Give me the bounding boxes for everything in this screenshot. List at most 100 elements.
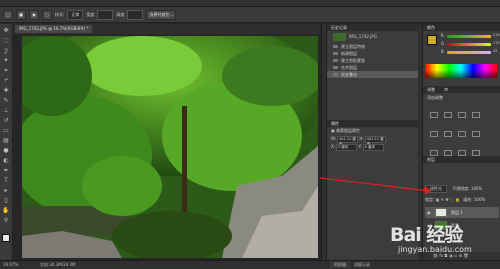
zoom-icon[interactable]: ⚲ (2, 218, 10, 224)
history-item-selected[interactable]: 渐变叠加 (327, 71, 419, 78)
blur-icon[interactable]: ● (2, 148, 10, 154)
options-bar: □ ■ ▣ ▢ 样式: 正常 宽度 高度 选择并遮住... (0, 7, 500, 23)
height-field[interactable] (127, 9, 144, 20)
shape-icon[interactable]: ▯ (2, 198, 10, 204)
history-state-icon (333, 52, 338, 55)
document-tab-bar: IMG_1742.JPG @ 16.7%(RGB/8#) * (13, 24, 320, 34)
x-label: X: (331, 144, 336, 149)
marquee-icon[interactable]: ⬚ (2, 38, 10, 44)
history-state-icon (333, 73, 338, 76)
path-select-icon[interactable]: ▸ (2, 188, 10, 194)
add-selection-icon[interactable]: ▣ (29, 9, 39, 20)
tools-panel: ✥ ⬚ ϩ ✦ ⌗ ⌿ ✚ ✎ ⊥ ↺ ▭ ▤ ● ◐ ✒ T ▸ ▯ ✋ ⚲ (0, 24, 13, 262)
fill-value[interactable]: 100% (474, 197, 485, 202)
h-label: H: (359, 136, 364, 141)
eraser-icon[interactable]: ▭ (2, 128, 10, 134)
lasso-icon[interactable]: ϩ (2, 48, 10, 54)
menu-bar[interactable] (0, 0, 500, 7)
document-image[interactable] (22, 36, 318, 258)
refine-edge-button[interactable]: 选择并遮住... (146, 9, 177, 20)
eyedropper-icon[interactable]: ⌿ (2, 78, 10, 84)
history-brush-icon[interactable]: ↺ (2, 118, 10, 124)
history-snapshot[interactable]: IMG_1742.JPG (327, 31, 419, 43)
blend-mode-select[interactable]: 线性光 (425, 185, 447, 193)
color-spectrum[interactable] (425, 64, 497, 78)
marquee-tool-preset[interactable]: □ (3, 9, 13, 20)
opacity-label: 不透明度: (452, 186, 470, 191)
width-value-field[interactable]: 441.11 厘米 (337, 135, 359, 146)
history-item[interactable]: 建立剪贴蒙版 (327, 57, 419, 64)
tab-layers[interactable]: 图层 (427, 157, 435, 162)
pixel-layer-icon: ▣ (331, 128, 335, 133)
layer-row-selected[interactable]: ◉ 图层 1 (425, 207, 499, 218)
visibility-eye-icon[interactable]: ◉ (427, 207, 431, 218)
foreground-color-swatch[interactable] (2, 234, 10, 242)
watermark-url: jingyan.baidu.com (398, 245, 472, 254)
history-item[interactable]: 建立图层特效 (327, 43, 419, 50)
pen-icon[interactable]: ✒ (2, 168, 10, 174)
history-item[interactable]: 合并图层 (327, 64, 419, 71)
hue-sat-icon[interactable] (444, 131, 452, 137)
lock-icons[interactable]: ▦ ✎ ✥ ⬚ 🔒 (436, 197, 460, 202)
r-value[interactable]: 210 (493, 33, 500, 37)
lock-label: 锁定: (425, 197, 435, 202)
tab-adjustments[interactable]: 调整 (423, 87, 435, 92)
magic-wand-icon[interactable]: ✦ (2, 58, 10, 64)
snapshot-label: IMG_1742.JPG (349, 34, 377, 39)
layers-header: 图层 (423, 156, 500, 163)
vibrance-icon[interactable] (430, 131, 438, 137)
history-panel-header[interactable]: 历史记录 (327, 24, 419, 31)
bw-icon[interactable] (472, 131, 480, 137)
exposure-icon[interactable] (472, 112, 480, 118)
color-balance-icon[interactable] (458, 131, 466, 137)
opacity-value[interactable]: 100% (471, 186, 482, 191)
color-sliders: R 210 G 172 B 42 (423, 31, 500, 61)
gradient-icon[interactable]: ▤ (2, 138, 10, 144)
move-icon[interactable]: ✥ (2, 28, 10, 34)
width-label: 宽度 (86, 11, 95, 17)
b-slider[interactable] (447, 51, 491, 54)
levels-icon[interactable] (444, 112, 452, 118)
tab-timeline[interactable]: 时间轴 (330, 261, 350, 268)
width-field[interactable] (97, 9, 114, 20)
brightness-icon[interactable] (430, 112, 438, 118)
history-item[interactable]: 新建图层 (327, 50, 419, 57)
dodge-icon[interactable]: ◐ (2, 158, 10, 164)
tab-libraries[interactable]: 库 (436, 87, 448, 92)
brush-icon[interactable]: ✎ (2, 98, 10, 104)
g-label: G (441, 41, 445, 46)
subtract-selection-icon[interactable]: ▢ (42, 9, 52, 20)
history-item-label: 合并图层 (341, 65, 357, 70)
new-selection-icon[interactable]: ■ (16, 9, 26, 20)
blend-row: 线性光 不透明度: 100% (425, 185, 499, 193)
height-value-field[interactable]: 441.11 厘米 (364, 135, 386, 146)
r-slider[interactable] (447, 35, 491, 38)
g-value[interactable]: 172 (493, 41, 500, 45)
tab-measurement[interactable]: 测量记录 (350, 261, 374, 268)
properties-panel-header[interactable]: 属性 (327, 120, 419, 127)
g-slider[interactable] (447, 43, 491, 46)
stamp-icon[interactable]: ⊥ (2, 108, 10, 114)
properties-size-row: W:441.11 厘米 H:441.11 厘米 (327, 135, 419, 146)
b-value[interactable]: 42 (493, 49, 497, 53)
hand-icon[interactable]: ✋ (2, 208, 10, 214)
y-label: Y: (358, 144, 362, 149)
foreground-swatch[interactable] (427, 35, 437, 45)
heal-icon[interactable]: ✚ (2, 88, 10, 94)
style-select[interactable]: 正常 (67, 9, 84, 20)
history-item-label: 建立剪贴蒙版 (341, 58, 365, 63)
history-state-icon (333, 66, 338, 69)
history-state-icon (333, 45, 338, 48)
history-empty-space (327, 78, 419, 120)
crop-icon[interactable]: ⌗ (2, 68, 10, 74)
layer-thumbnail (435, 208, 447, 217)
document-tab[interactable]: IMG_1742.JPG @ 16.7%(RGB/8#) * (15, 25, 93, 33)
color-panel-header[interactable]: 颜色 (423, 24, 500, 31)
curves-icon[interactable] (458, 112, 466, 118)
y-value-field[interactable]: 0 厘米 (362, 143, 384, 151)
b-label: B (441, 49, 444, 54)
type-icon[interactable]: T (2, 178, 10, 184)
history-item-label: 渐变叠加 (341, 72, 357, 77)
height-label: 高度 (116, 11, 125, 17)
x-value-field[interactable]: 0 厘米 (336, 143, 358, 151)
